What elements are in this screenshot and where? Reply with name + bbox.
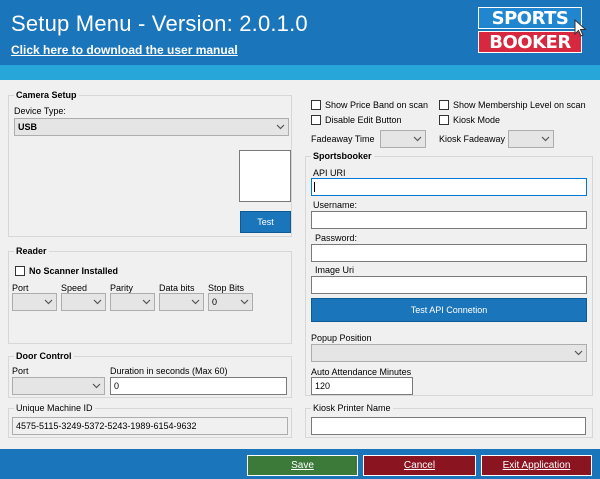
reader-speed-label: Speed (61, 283, 88, 293)
download-manual-link[interactable]: Click here to download the user manual (11, 43, 238, 57)
reader-databits-select[interactable] (159, 293, 204, 311)
reader-parity-select[interactable] (110, 293, 155, 311)
machine-id-group: Unique Machine ID 4575-5115-3249-5372-52… (8, 403, 292, 438)
reader-port-select[interactable] (12, 293, 57, 311)
popup-position-label: Popup Position (311, 333, 372, 343)
chevron-down-icon (93, 299, 102, 305)
door-port-label: Port (12, 366, 29, 376)
image-uri-input[interactable] (311, 276, 587, 294)
reader-stopbits-label: Stop Bits (208, 283, 245, 293)
chevron-down-icon (276, 124, 285, 130)
api-uri-input[interactable] (311, 178, 587, 196)
door-port-select[interactable] (12, 377, 105, 395)
reader-group: Reader No Scanner Installed Port Speed P… (8, 246, 292, 344)
username-label: Username: (313, 200, 358, 210)
kiosk-mode-checkbox[interactable] (439, 115, 449, 125)
page-title: Setup Menu - Version: 2.0.1.0 (11, 11, 308, 36)
username-input[interactable] (311, 211, 587, 229)
machine-id-field: 4575-5115-3249-5372-5243-1989-6154-9632 (12, 417, 288, 435)
exit-application-button[interactable]: Exit Application (481, 455, 592, 476)
kiosk-fadeaway-label: Kiosk Fadeaway (439, 134, 506, 144)
reader-speed-select[interactable] (61, 293, 106, 311)
reader-stopbits-value: 0 (212, 297, 218, 307)
show-price-band-label: Show Price Band on scan (325, 100, 429, 110)
camera-preview (239, 150, 291, 202)
footer-bar: Save Cancel Exit Application (0, 449, 600, 479)
disable-edit-checkbox[interactable] (311, 115, 321, 125)
door-duration-input[interactable]: 0 (110, 377, 287, 395)
camera-setup-title: Camera Setup (14, 90, 79, 100)
machine-id-title: Unique Machine ID (14, 403, 95, 413)
header-stripe (0, 65, 600, 80)
disable-edit-label: Disable Edit Button (325, 115, 402, 125)
show-membership-label: Show Membership Level on scan (453, 100, 586, 110)
reader-parity-label: Parity (110, 283, 134, 293)
camera-setup-group: Camera Setup Device Type: USB Test (8, 90, 292, 237)
door-control-group: Door Control Port Duration in seconds (M… (8, 351, 292, 398)
chevron-down-icon (44, 299, 53, 305)
sportsbooker-group: Sportsbooker API URI Username: Password:… (305, 151, 593, 396)
chevron-down-icon (413, 136, 422, 142)
chevron-down-icon (142, 299, 151, 305)
chevron-down-icon (574, 350, 583, 356)
chevron-down-icon (92, 383, 101, 389)
kiosk-printer-input[interactable] (311, 417, 586, 435)
device-type-value: USB (18, 122, 38, 132)
door-control-title: Door Control (14, 351, 74, 361)
fadeaway-time-select[interactable] (380, 130, 426, 148)
fadeaway-time-label: Fadeaway Time (311, 134, 375, 144)
cancel-button[interactable]: Cancel (363, 455, 476, 476)
sportsbooker-logo: SPORTS BOOKER (478, 7, 587, 55)
camera-test-button[interactable]: Test (240, 211, 291, 233)
kiosk-printer-group: Kiosk Printer Name (305, 403, 593, 438)
show-price-band-checkbox[interactable] (311, 100, 321, 110)
text-caret (314, 182, 315, 192)
reader-title: Reader (14, 246, 49, 256)
reader-port-label: Port (12, 283, 29, 293)
device-type-select[interactable]: USB (14, 118, 289, 136)
door-duration-label: Duration in seconds (Max 60) (110, 366, 228, 376)
password-input[interactable] (311, 244, 587, 262)
chevron-down-icon (240, 299, 249, 305)
no-scanner-label: No Scanner Installed (29, 266, 119, 276)
reader-databits-label: Data bits (159, 283, 195, 293)
image-uri-label: Image Uri (315, 265, 355, 275)
device-type-label: Device Type: (14, 106, 66, 116)
logo-sports-text: SPORTS (478, 7, 582, 29)
chevron-down-icon (191, 299, 200, 305)
auto-attendance-input[interactable]: 120 (311, 377, 413, 395)
api-uri-label: API URI (313, 168, 346, 178)
kiosk-mode-label: Kiosk Mode (453, 115, 501, 125)
reader-stopbits-select[interactable]: 0 (208, 293, 253, 311)
cursor-icon (574, 19, 587, 37)
logo-booker-text: BOOKER (478, 31, 582, 53)
chevron-down-icon (541, 136, 550, 142)
auto-attendance-label: Auto Attendance Minutes (311, 367, 412, 377)
popup-position-select[interactable] (311, 344, 587, 362)
save-button[interactable]: Save (247, 455, 358, 476)
no-scanner-checkbox[interactable] (15, 266, 25, 276)
show-membership-checkbox[interactable] (439, 100, 449, 110)
kiosk-fadeaway-select[interactable] (508, 130, 554, 148)
sportsbooker-title: Sportsbooker (311, 151, 374, 161)
test-api-connection-button[interactable]: Test API Connetion (311, 298, 587, 322)
password-label: Password: (315, 233, 358, 243)
kiosk-printer-title: Kiosk Printer Name (311, 403, 393, 413)
